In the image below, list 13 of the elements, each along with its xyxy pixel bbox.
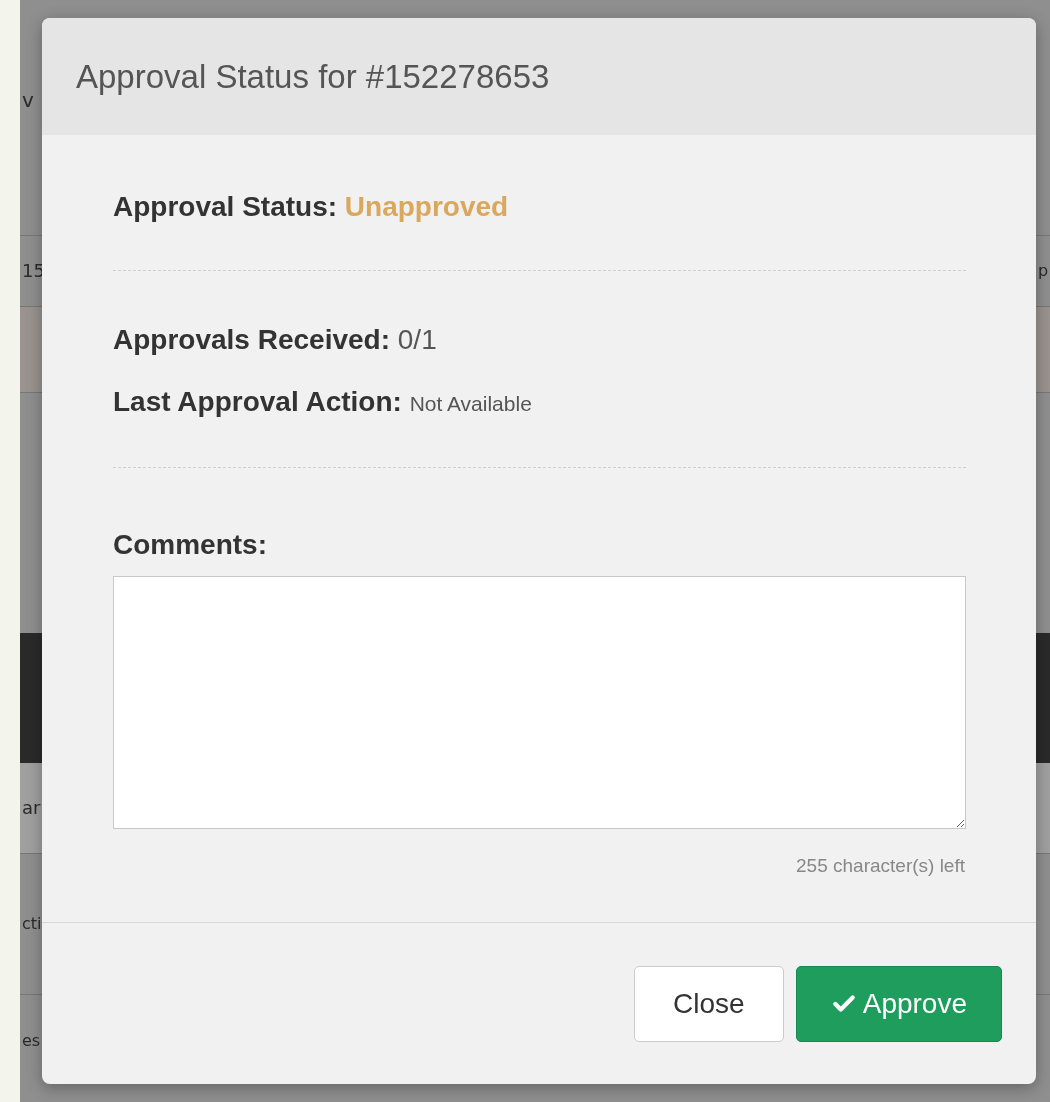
detail-line: Approvals Received: 0/1 — [113, 323, 438, 357]
table-cell-fragment: p — [1038, 263, 1050, 279]
table-cell-fragment: es — [22, 1033, 41, 1049]
table-header-fragment: ar — [22, 799, 41, 817]
character-counter: 255 character(s) left — [796, 855, 965, 877]
comments-label: Comments: — [113, 528, 268, 562]
table-cell-fragment: cti — [22, 916, 42, 932]
dialog-title: Approval Status for #152278653 — [76, 57, 550, 96]
approval-status-line: Approval Status: Unapproved — [113, 190, 510, 224]
detail-line: Last Approval Action: Not Available — [113, 385, 533, 419]
comments-field[interactable] — [113, 576, 966, 829]
close-button[interactable]: Close — [634, 966, 784, 1042]
page-heading-fragment: v — [22, 90, 34, 110]
